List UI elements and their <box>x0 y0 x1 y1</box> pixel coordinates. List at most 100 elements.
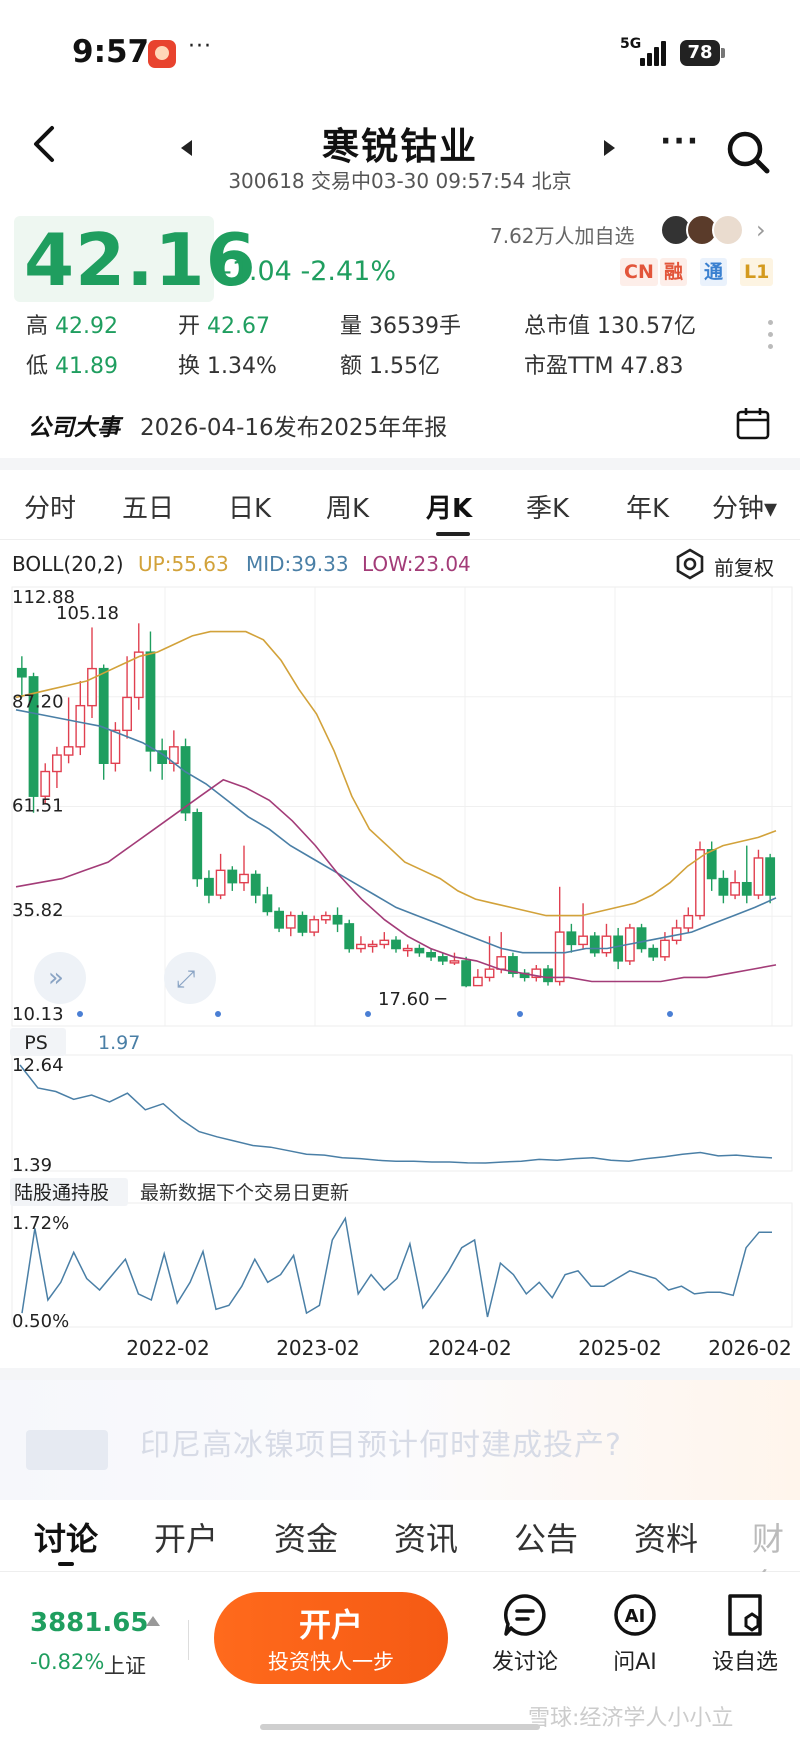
index-arrow-icon <box>146 1616 160 1626</box>
max-price-label: 105.18 <box>56 603 119 624</box>
candle-body <box>496 956 507 970</box>
action-label: 问AI <box>613 1650 657 1675</box>
candle-body <box>437 956 448 962</box>
candle-body <box>180 746 191 814</box>
candle-body <box>75 704 86 748</box>
candle-body <box>765 857 776 896</box>
tab-news[interactable]: 资讯 <box>394 1514 458 1560</box>
event-dot <box>365 1011 371 1017</box>
ask-ai-button[interactable]: AI 问AI <box>590 1592 680 1676</box>
stat-label: 高 <box>26 314 49 339</box>
tag-connect[interactable]: 通 <box>700 258 728 286</box>
tab-5day[interactable]: 五日 <box>122 488 174 525</box>
tab-announcements[interactable]: 公告 <box>514 1514 578 1560</box>
open-account-button[interactable]: 开户 投资快人一步 <box>214 1592 448 1684</box>
more-stats-icon[interactable] <box>768 320 774 360</box>
bottom-action-bar: 3881.65 -0.82% 上证 开户 投资快人一步 发讨论 AI 问AI 设… <box>0 1572 800 1742</box>
y-tick-label: 61.51 <box>12 796 64 817</box>
ps-y-tick: 1.39 <box>12 1155 52 1176</box>
tab-monthly[interactable]: 月K <box>426 488 472 525</box>
event-dot <box>215 1011 221 1017</box>
company-event[interactable]: 公司大事 2026-04-16发布2025年年报 <box>0 398 800 454</box>
x-tick-label: 2022-02 <box>126 1336 210 1360</box>
ps-value: 1.97 <box>98 1032 140 1054</box>
candle-body <box>344 923 355 950</box>
candle-body <box>98 667 109 764</box>
candle-body <box>741 881 752 896</box>
tag-cn[interactable]: CN <box>620 258 658 286</box>
avatar <box>712 214 744 246</box>
tab-funds[interactable]: 资金 <box>274 1514 338 1560</box>
tab-yearly[interactable]: 年K <box>626 488 669 525</box>
tab-weekly[interactable]: 周K <box>326 488 369 525</box>
tab-open-account[interactable]: 开户 <box>154 1514 218 1560</box>
double-chevron-icon: » <box>48 963 64 993</box>
x-tick-label: 2026-02 <box>708 1336 792 1360</box>
candle-body <box>192 811 203 880</box>
event-text: 2026-04-16发布2025年年报 <box>140 415 448 441</box>
restore-icon[interactable] <box>674 548 706 580</box>
next-stock-icon[interactable] <box>604 140 615 156</box>
y-tick-label: 10.13 <box>12 1004 64 1025</box>
open-account-subtitle: 投资快人一步 <box>268 1650 394 1674</box>
tab-minute[interactable]: 分钟▾ <box>712 488 777 525</box>
candle-body <box>285 914 296 929</box>
candle-body <box>87 667 97 707</box>
followers-count[interactable]: 7.62万人加自选 <box>490 220 635 249</box>
search-icon[interactable] <box>724 128 772 176</box>
candle-body <box>613 935 624 962</box>
candle-body <box>63 746 74 756</box>
ps-line <box>19 1064 773 1164</box>
ps-label: PS <box>24 1032 48 1054</box>
question-banner[interactable]: 印尼高冰镍项目预计何时建成投产? <box>0 1380 800 1500</box>
tab-daily[interactable]: 日K <box>228 488 271 525</box>
kline-chart[interactable]: 112.8887.2061.5135.8210.13105.1817.60 ─»… <box>0 585 800 1375</box>
hk-label: 陆股通持股 <box>14 1182 109 1204</box>
candle-body <box>636 927 647 950</box>
candle-body <box>601 935 612 954</box>
candle-body <box>367 943 378 948</box>
tab-intraday[interactable]: 分时 <box>24 488 76 525</box>
active-tab-underline <box>436 532 470 536</box>
stat-value: 36539手 <box>369 314 462 339</box>
divider <box>188 1620 189 1660</box>
y-tick-label: 35.82 <box>12 900 64 921</box>
post-discussion-button[interactable]: 发讨论 <box>480 1592 570 1676</box>
tab-quarterly[interactable]: 季K <box>526 488 569 525</box>
quote-panel: 42.16 -1.04 -2.41% 7.62万人加自选 › CN 融 通 L1… <box>0 210 800 390</box>
candle-body <box>648 947 659 958</box>
hk-y-tick: 0.50% <box>12 1311 69 1332</box>
candle-body <box>426 951 436 958</box>
chevron-right-icon[interactable]: › <box>756 216 766 244</box>
calendar-icon[interactable] <box>736 406 770 440</box>
add-watchlist-button[interactable]: 设自选 <box>700 1592 790 1676</box>
banner-text: 印尼高冰镍项目预计何时建成投产? <box>140 1428 622 1463</box>
action-label: 发讨论 <box>491 1650 558 1675</box>
candle-body <box>414 947 425 954</box>
candle-body <box>461 960 472 987</box>
stat-turnover: 换 1.34% <box>178 348 277 380</box>
event-dot <box>517 1011 523 1017</box>
hk-y-tick: 1.72% <box>12 1213 69 1234</box>
x-tick-label: 2025-02 <box>578 1336 662 1360</box>
restore-label[interactable]: 前复权 <box>714 552 774 581</box>
boll-up-line <box>15 630 777 917</box>
more-icon[interactable]: ··· <box>660 124 700 159</box>
stat-open: 开 42.67 <box>178 308 270 340</box>
home-indicator <box>260 1724 540 1730</box>
index-value[interactable]: 3881.65 <box>30 1608 148 1638</box>
tab-discussion[interactable]: 讨论 <box>34 1514 98 1560</box>
watchlist-icon <box>728 1594 762 1636</box>
candle-body <box>262 894 273 913</box>
section-gap <box>0 458 800 470</box>
boll-label[interactable]: BOLL(20,2) <box>12 552 124 576</box>
tag-margin[interactable]: 融 <box>660 258 688 286</box>
stat-low: 低 41.89 <box>26 348 118 380</box>
index-name: 上证 <box>104 1654 146 1678</box>
candle-body <box>215 869 226 896</box>
tab-profile[interactable]: 资料 <box>634 1514 698 1560</box>
tag-l1[interactable]: L1 <box>740 258 774 286</box>
app-notification-icon <box>148 40 176 68</box>
section-gap <box>0 1368 800 1380</box>
stat-high: 高 42.92 <box>26 308 118 340</box>
